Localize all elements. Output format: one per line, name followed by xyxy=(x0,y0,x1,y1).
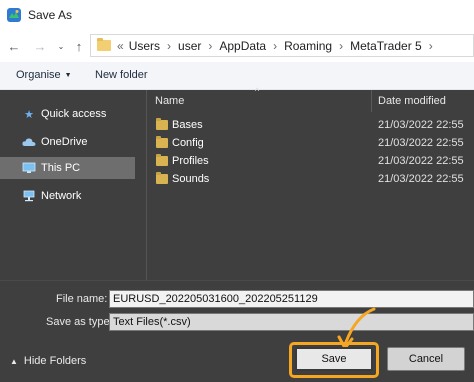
organise-button[interactable]: Organise ▼ xyxy=(16,69,72,81)
monitor-icon xyxy=(22,161,36,175)
network-icon xyxy=(22,189,36,203)
folder-icon xyxy=(156,172,168,184)
caret-down-icon: ▼ xyxy=(64,72,72,79)
hide-folders-label: Hide Folders xyxy=(23,355,87,367)
sidebar-item-label: This PC xyxy=(41,162,81,174)
file-name: Sounds xyxy=(172,173,210,185)
breadcrumb-item[interactable]: MetaTrader 5 xyxy=(350,39,422,53)
column-header-name[interactable]: Name xyxy=(155,95,184,107)
file-name: Config xyxy=(172,137,204,149)
file-date: 21/03/2022 22:55 xyxy=(378,137,464,149)
save-button[interactable]: Save xyxy=(295,347,373,371)
sidebar-item-label: Quick access xyxy=(41,108,107,120)
arrow-right-icon[interactable]: → xyxy=(31,37,49,55)
metatrader-app-icon xyxy=(7,8,21,22)
save-as-type-select[interactable]: Text Files(*.csv) xyxy=(109,313,474,331)
cloud-icon xyxy=(22,135,36,149)
sidebar-item-this-pc[interactable]: This PC xyxy=(0,157,135,179)
list-item[interactable]: Bases 21/03/2022 22:55 xyxy=(147,116,474,134)
folder-icon xyxy=(156,118,168,130)
cancel-button[interactable]: Cancel xyxy=(387,347,465,371)
column-divider[interactable] xyxy=(371,90,372,112)
file-name: Profiles xyxy=(172,155,209,167)
breadcrumb-overflow[interactable]: « xyxy=(117,39,124,53)
folder-icon xyxy=(97,38,111,51)
column-header-date-modified[interactable]: Date modified xyxy=(378,95,446,107)
arrow-up-icon[interactable]: ↑ xyxy=(70,37,88,55)
file-date: 21/03/2022 22:55 xyxy=(378,155,464,167)
title-bar: Save As xyxy=(0,0,474,30)
star-icon: ★ xyxy=(24,108,34,121)
sidebar-item-label: Network xyxy=(41,190,82,202)
sort-indicator-icon: ^ xyxy=(255,86,260,96)
hide-folders-button[interactable]: ▲ Hide Folders xyxy=(10,355,86,367)
sidebar-item-quick-access[interactable]: ★ Quick access xyxy=(0,103,135,125)
address-bar[interactable]: « Users › user › AppData › Roaming › Met… xyxy=(90,34,474,57)
breadcrumb-item[interactable]: Roaming xyxy=(284,39,332,53)
window-title: Save As xyxy=(28,8,73,22)
save-as-type-label: Save as type: xyxy=(46,316,113,328)
arrow-left-icon[interactable]: ← xyxy=(5,37,23,55)
list-item[interactable]: Sounds 21/03/2022 22:55 xyxy=(147,170,474,188)
file-date: 21/03/2022 22:55 xyxy=(378,173,464,185)
breadcrumb-item[interactable]: user xyxy=(178,39,201,53)
folder-icon xyxy=(156,154,168,166)
divider xyxy=(0,280,474,281)
sidebar-item-label: OneDrive xyxy=(41,136,88,148)
breadcrumb-separator-icon: › xyxy=(208,38,213,53)
folder-icon xyxy=(156,136,168,148)
file-name: Bases xyxy=(172,119,203,131)
command-toolbar: Organise ▼ New folder xyxy=(0,62,474,90)
list-item[interactable]: Config 21/03/2022 22:55 xyxy=(147,134,474,152)
breadcrumb-separator-icon: › xyxy=(339,38,344,53)
chevron-down-icon[interactable]: ⌄ xyxy=(55,37,67,55)
organise-label: Organise xyxy=(16,69,61,81)
breadcrumb-separator-icon: › xyxy=(167,38,172,53)
file-name-field[interactable]: EURUSD_202205031600_202205251129 xyxy=(109,290,474,308)
breadcrumb-item[interactable]: AppData xyxy=(219,39,266,53)
new-folder-button[interactable]: New folder xyxy=(95,69,148,81)
sidebar-item-onedrive[interactable]: OneDrive xyxy=(0,131,135,153)
file-name-label: File name: xyxy=(56,293,108,305)
triangle-up-icon: ▲ xyxy=(10,356,18,366)
breadcrumb-separator-icon[interactable]: › xyxy=(429,39,433,53)
breadcrumb-separator-icon: › xyxy=(273,38,278,53)
list-item[interactable]: Profiles 21/03/2022 22:55 xyxy=(147,152,474,170)
breadcrumb-item[interactable]: Users xyxy=(129,39,160,53)
file-date: 21/03/2022 22:55 xyxy=(378,119,464,131)
sidebar-item-network[interactable]: Network xyxy=(0,185,135,207)
